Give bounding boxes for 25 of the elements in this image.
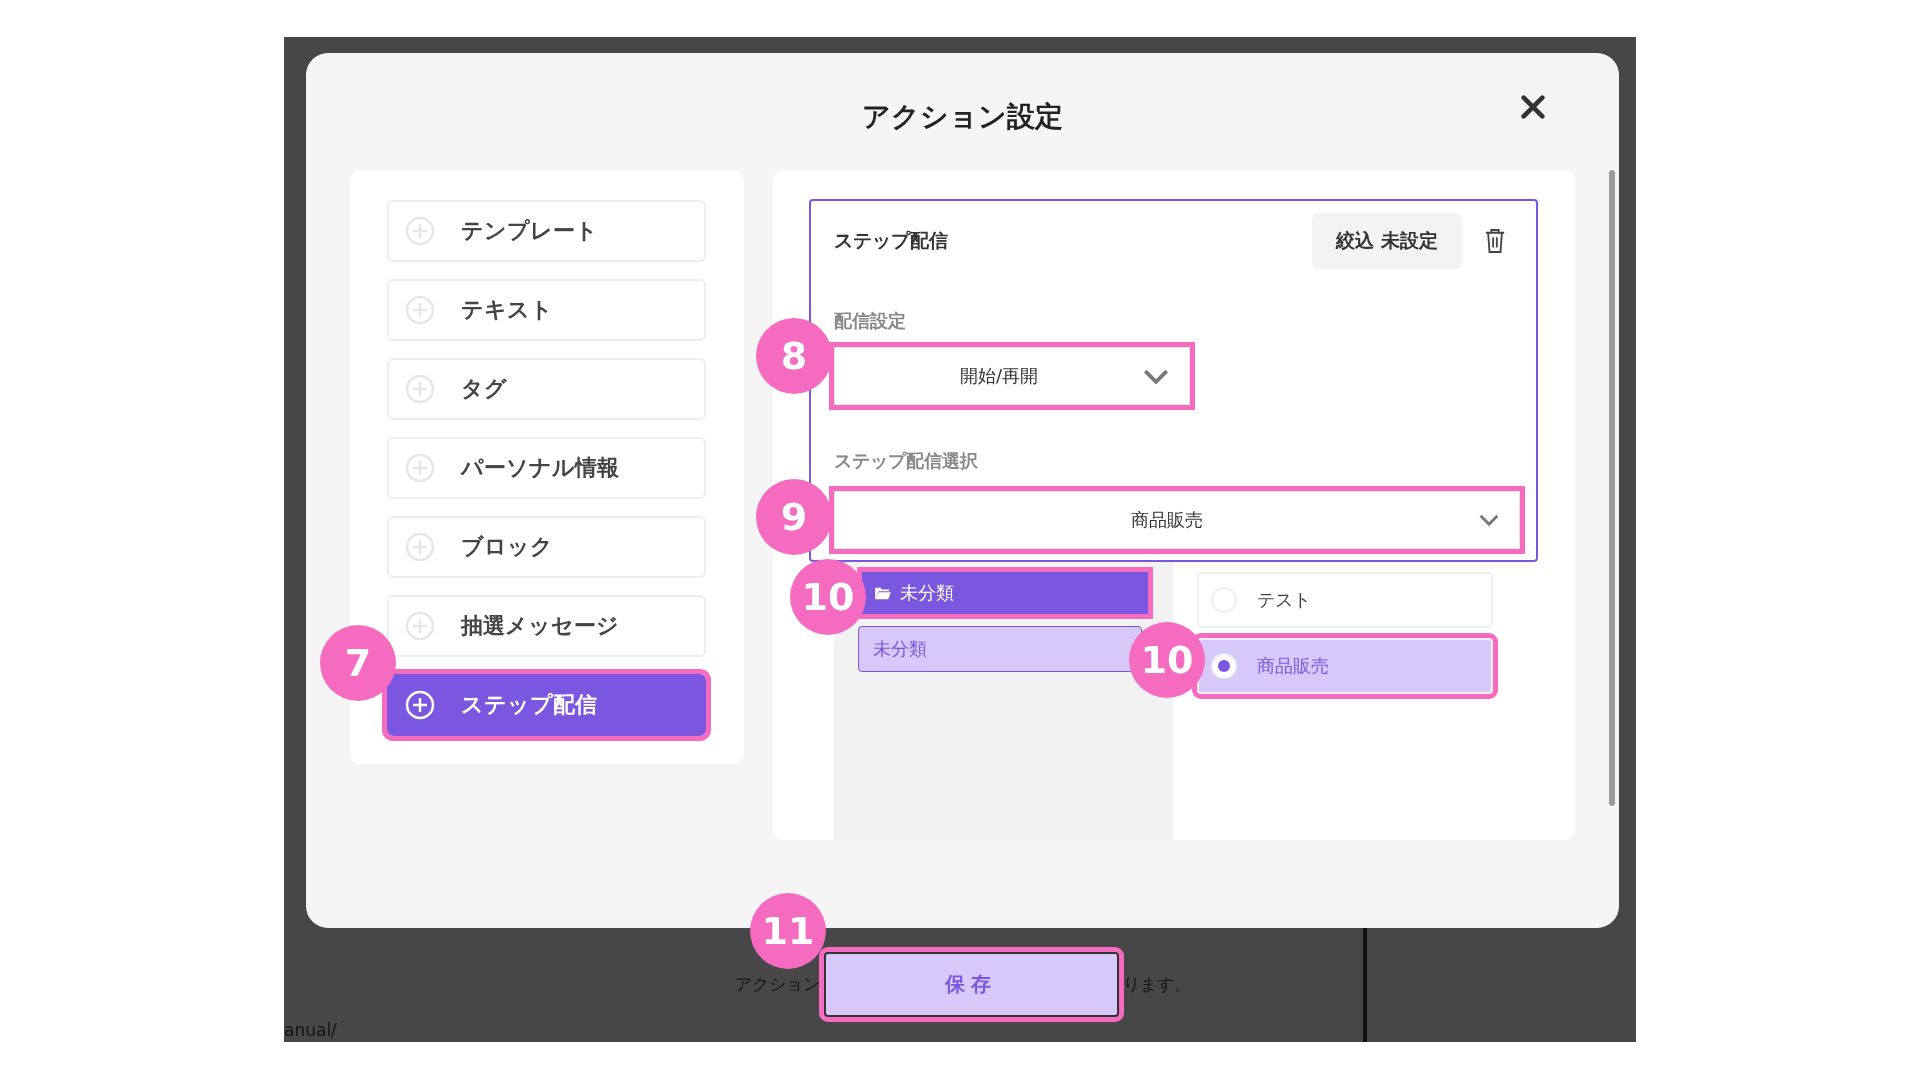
plus-circle-icon (405, 690, 435, 720)
plus-circle-icon (405, 295, 435, 325)
scrollbar[interactable] (1609, 170, 1615, 806)
action-type-item[interactable]: ブロック (387, 516, 706, 578)
action-type-item[interactable]: テンプレート (387, 200, 706, 262)
plus-circle-icon (405, 216, 435, 246)
action-type-item[interactable]: タグ (387, 358, 706, 420)
filter-button[interactable]: 絞込 未設定 (1312, 213, 1462, 269)
action-type-item[interactable]: テキスト (387, 279, 706, 341)
action-type-item[interactable]: 抽選メッセージ (387, 595, 706, 657)
card-title: ステップ配信 (834, 228, 949, 253)
dialog-title: アクション設定 (862, 98, 1063, 135)
plus-circle-icon (405, 611, 435, 641)
folder-icon (874, 586, 892, 600)
plus-circle-icon (405, 532, 435, 562)
field-label: ステップ配信選択 (834, 449, 979, 473)
plus-circle-icon (405, 453, 435, 483)
field-label: 配信設定 (834, 309, 907, 333)
chevron-down-icon (1479, 514, 1499, 526)
close-icon[interactable] (1519, 93, 1547, 121)
trash-icon[interactable] (1484, 228, 1506, 254)
action-type-item[interactable]: パーソナル情報 (387, 437, 706, 499)
plus-circle-icon (405, 374, 435, 404)
chevron-down-icon (1143, 368, 1169, 384)
option-item[interactable]: テスト (1197, 572, 1493, 628)
